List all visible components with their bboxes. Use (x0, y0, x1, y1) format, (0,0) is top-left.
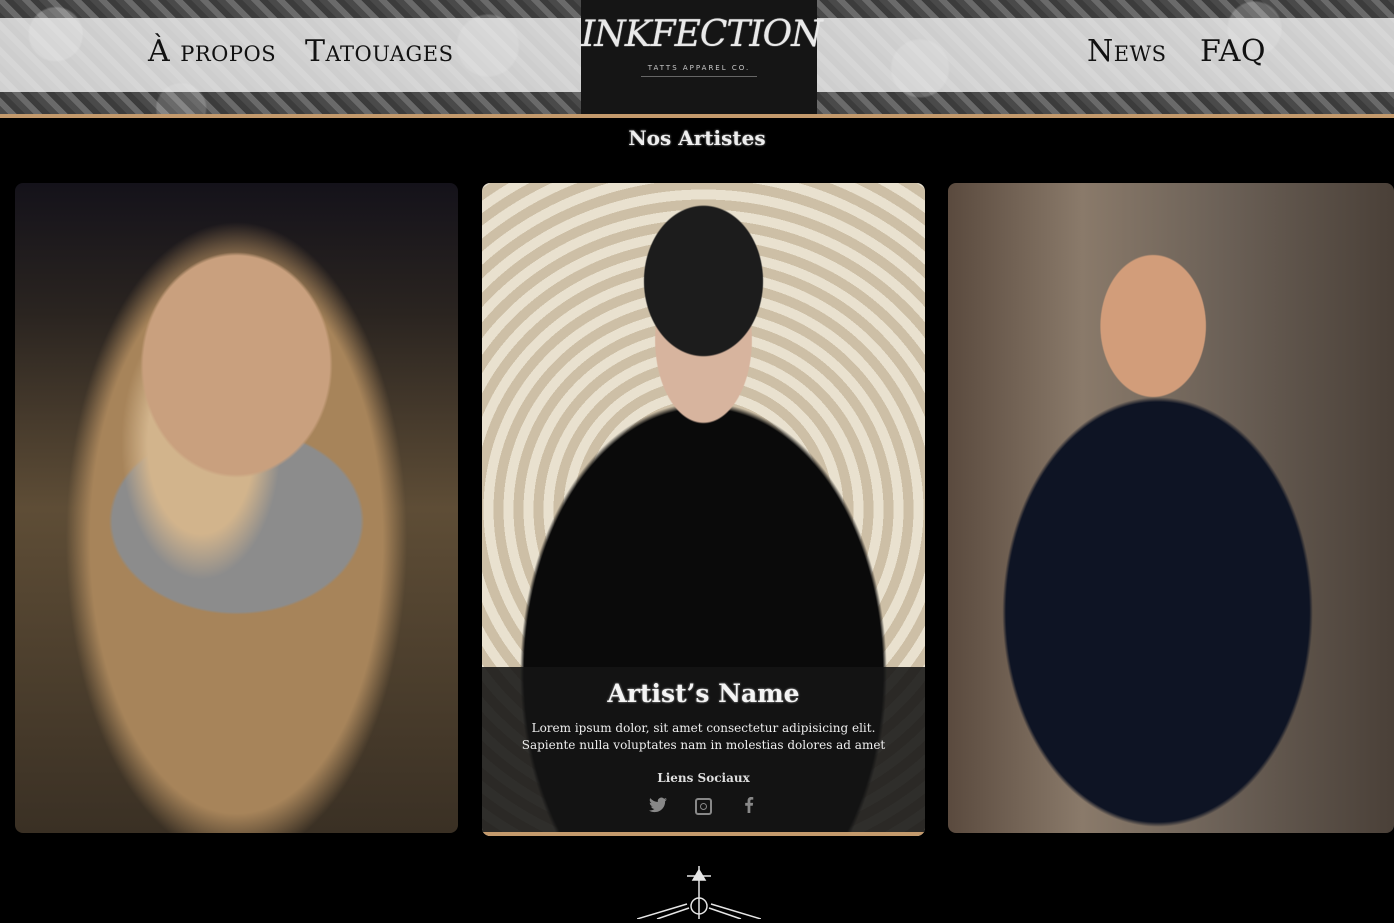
instagram-icon[interactable] (695, 798, 712, 815)
nav-link-news[interactable]: News (1087, 34, 1167, 69)
artist-info-overlay: Artist’s Name Lorem ipsum dolor, sit ame… (482, 667, 925, 832)
site-header: À propos Tatouages News FAQ INKFECTION T… (0, 0, 1394, 114)
nav-band-left (0, 18, 581, 92)
facebook-icon[interactable] (740, 796, 758, 815)
dagger-emblem-icon (636, 866, 762, 920)
artist-card-2[interactable]: Artist’s Name Lorem ipsum dolor, sit ame… (482, 183, 925, 836)
header-accent-border (0, 114, 1394, 118)
card-accent-border (482, 832, 925, 836)
nav-link-tatouages[interactable]: Tatouages (305, 34, 453, 69)
artist-description: Lorem ipsum dolor, sit amet consectetur … (512, 720, 895, 754)
artist-card-3[interactable] (948, 183, 1394, 833)
twitter-icon[interactable] (649, 797, 667, 815)
nav-link-faq[interactable]: FAQ (1200, 34, 1266, 69)
social-links-title: Liens Sociaux (657, 771, 750, 785)
logo-wordmark: INKFECTION (581, 14, 823, 55)
site-logo[interactable]: INKFECTION TATTS APPAREL CO. (581, 0, 823, 114)
artist-card-1[interactable] (15, 183, 458, 833)
social-links (482, 796, 925, 817)
logo-subtitle: TATTS APPAREL CO. (647, 64, 751, 72)
section-title: Nos Artistes (628, 126, 766, 150)
logo-ornament (641, 76, 757, 111)
artist-description-line-2: Sapiente nulla voluptates nam in molesti… (521, 738, 886, 752)
artist-description-line-1: Lorem ipsum dolor, sit amet consectetur … (531, 721, 876, 735)
nav-link-a-propos[interactable]: À propos (148, 34, 276, 69)
artist-name: Artist’s Name (607, 679, 800, 708)
